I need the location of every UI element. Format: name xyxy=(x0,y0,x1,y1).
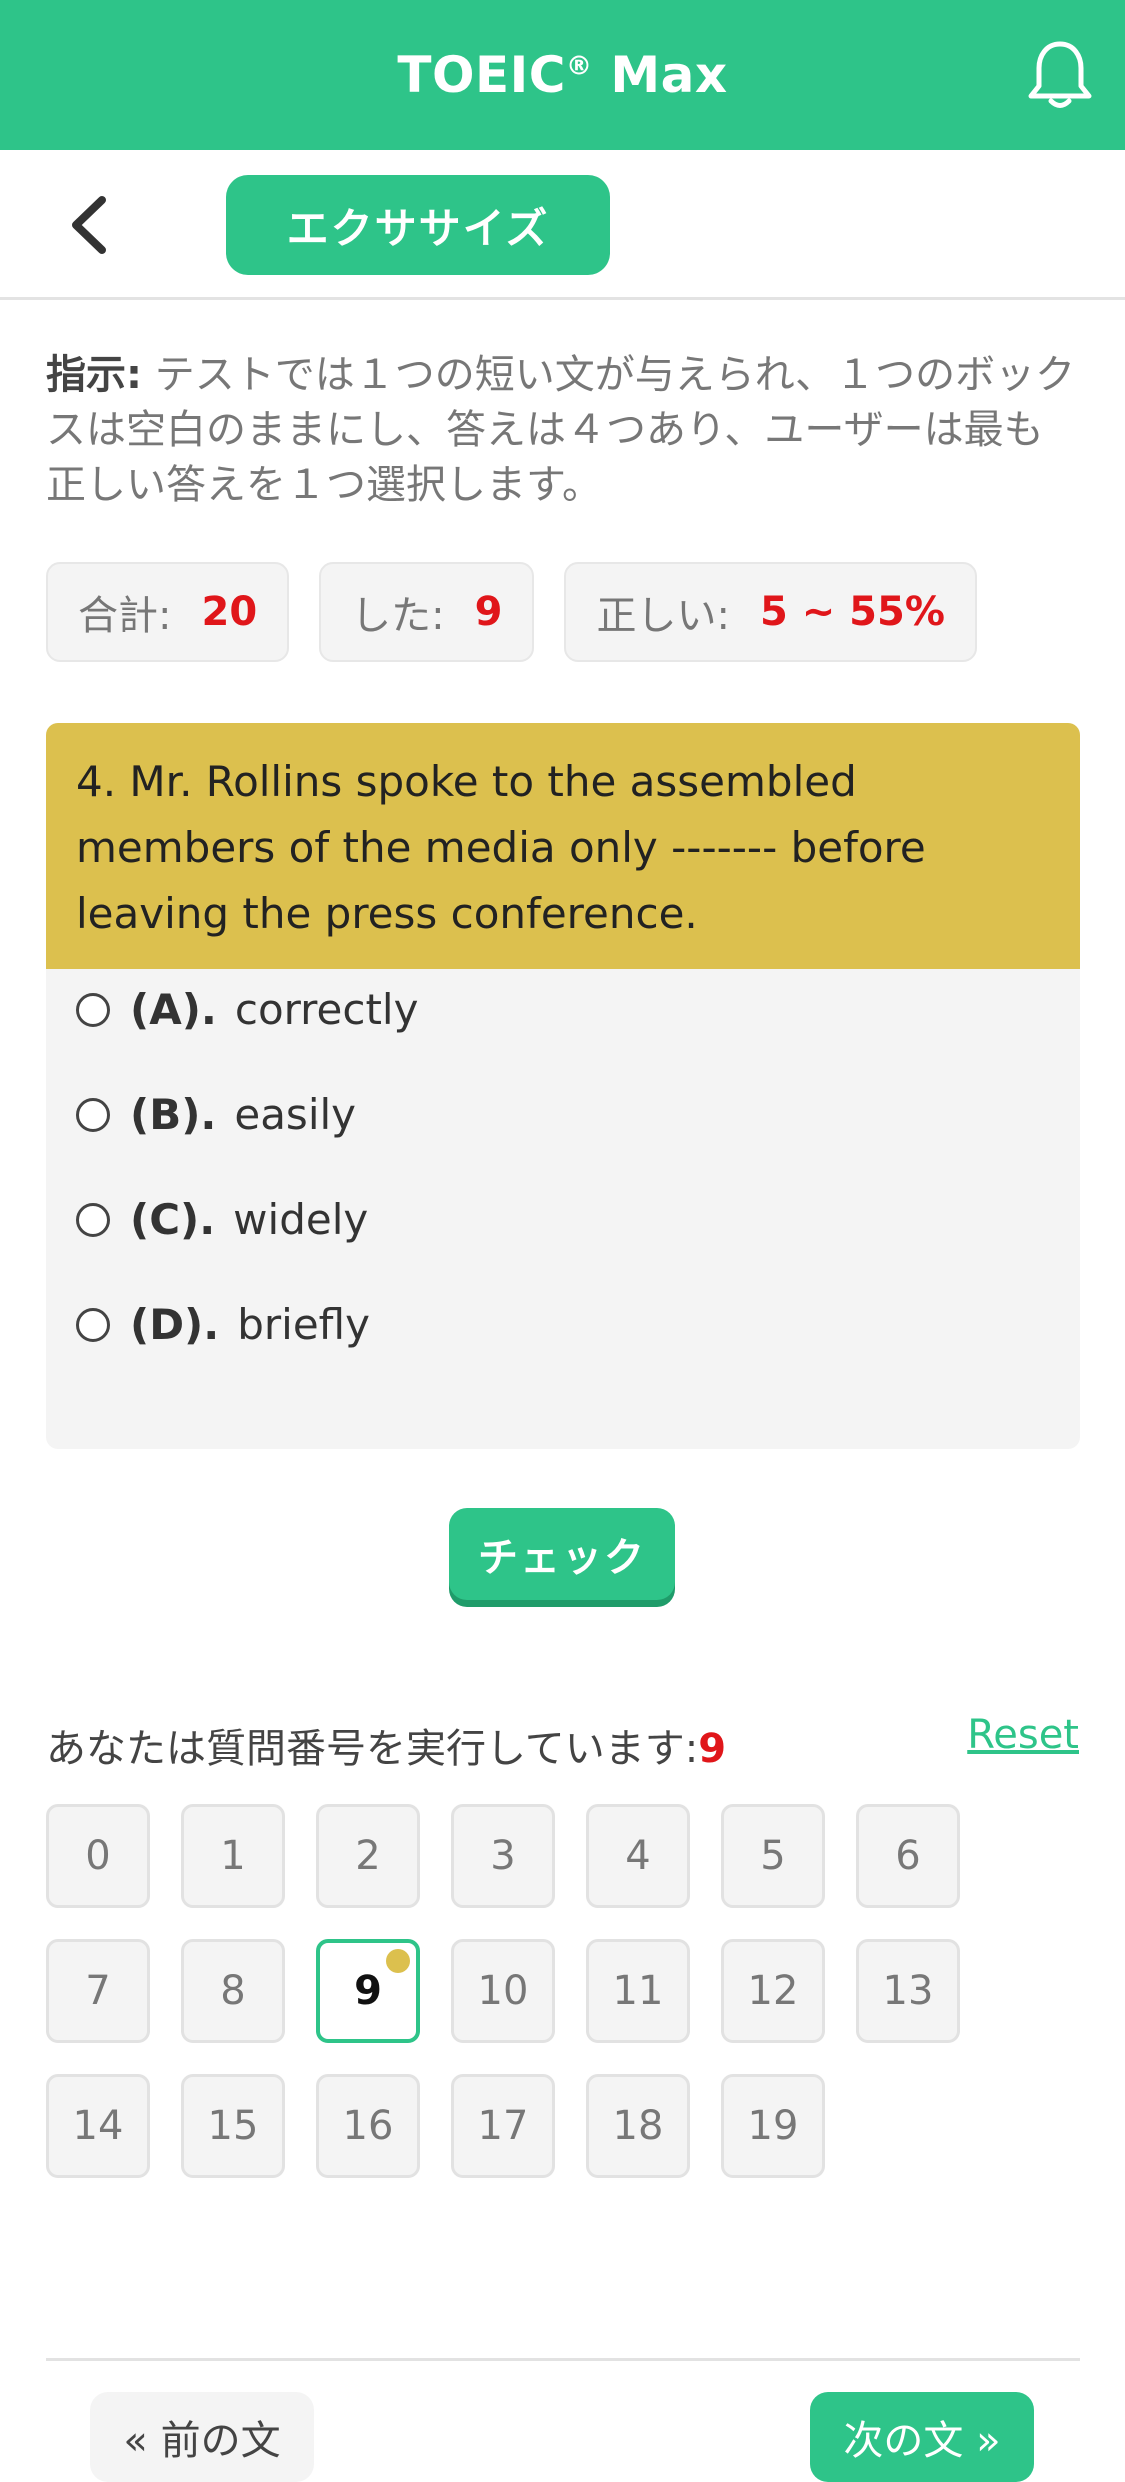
question-text: 4. Mr. Rollins spoke to the assembled me… xyxy=(46,723,1080,969)
instructions: 指示: テストでは１つの短い文が与えられ、１つのボックスは空白のままにし、答えは… xyxy=(46,348,1076,513)
sub-header: エクササイズ xyxy=(0,150,1125,300)
app-title: TOEIC® Max xyxy=(397,46,728,104)
question-number-18[interactable]: 18 xyxy=(586,2074,690,2178)
app-bar: TOEIC® Max xyxy=(0,0,1125,150)
reset-link[interactable]: Reset xyxy=(967,1712,1079,1758)
stats-row: 合計: 20 した: 9 正しい: 5 ~ 55% xyxy=(46,562,977,662)
question-number-1[interactable]: 1 xyxy=(181,1804,285,1908)
question-number-0[interactable]: 0 xyxy=(46,1804,150,1908)
question-number-15[interactable]: 15 xyxy=(181,2074,285,2178)
question-number-9-current[interactable]: 9 xyxy=(316,1939,420,2043)
current-question-label: あなたは質問番号を実行しています:9 xyxy=(46,1726,727,1772)
question-card: 4. Mr. Rollins spoke to the assembled me… xyxy=(46,723,1080,1449)
stat-total: 合計: 20 xyxy=(46,562,290,662)
question-number-11[interactable]: 11 xyxy=(586,1939,690,2043)
option-b[interactable]: (B). easily xyxy=(76,1090,356,1139)
stat-correct: 正しい: 5 ~ 55% xyxy=(564,562,977,662)
current-marker-dot xyxy=(386,1949,410,1973)
option-c[interactable]: (C). widely xyxy=(76,1195,368,1244)
option-a[interactable]: (A). correctly xyxy=(76,985,418,1034)
question-number-19[interactable]: 19 xyxy=(721,2074,825,2178)
radio-d[interactable] xyxy=(76,1307,110,1342)
question-number-5[interactable]: 5 xyxy=(721,1804,825,1908)
instructions-text: テストでは１つの短い文が与えられ、１つのボックスは空白のままにし、答えは４つあり… xyxy=(46,352,1076,508)
stat-done: した: 9 xyxy=(319,562,535,662)
question-number-2[interactable]: 2 xyxy=(316,1804,420,1908)
radio-a[interactable] xyxy=(76,992,110,1027)
question-number-3[interactable]: 3 xyxy=(451,1804,555,1908)
prev-sentence-button[interactable]: « 前の文 xyxy=(90,2392,314,2482)
bell-icon[interactable] xyxy=(1025,38,1095,112)
question-number-8[interactable]: 8 xyxy=(181,1939,285,2043)
question-number-10[interactable]: 10 xyxy=(451,1939,555,2043)
divider xyxy=(46,2358,1080,2361)
next-sentence-button[interactable]: 次の文 » xyxy=(810,2392,1034,2482)
radio-c[interactable] xyxy=(76,1202,110,1237)
question-number-13[interactable]: 13 xyxy=(856,1939,960,2043)
question-number-6[interactable]: 6 xyxy=(856,1804,960,1908)
question-number-7[interactable]: 7 xyxy=(46,1939,150,2043)
question-number-16[interactable]: 16 xyxy=(316,2074,420,2178)
option-d[interactable]: (D). briefly xyxy=(76,1300,370,1349)
section-tab-exercise[interactable]: エクササイズ xyxy=(226,175,610,275)
question-number-14[interactable]: 14 xyxy=(46,2074,150,2178)
question-number-4[interactable]: 4 xyxy=(586,1804,690,1908)
check-button[interactable]: チェック xyxy=(449,1508,675,1600)
chevron-left-icon[interactable] xyxy=(60,192,120,258)
radio-b[interactable] xyxy=(76,1097,110,1132)
instructions-label: 指示: xyxy=(46,352,142,398)
question-number-12[interactable]: 12 xyxy=(721,1939,825,2043)
question-number-17[interactable]: 17 xyxy=(451,2074,555,2178)
